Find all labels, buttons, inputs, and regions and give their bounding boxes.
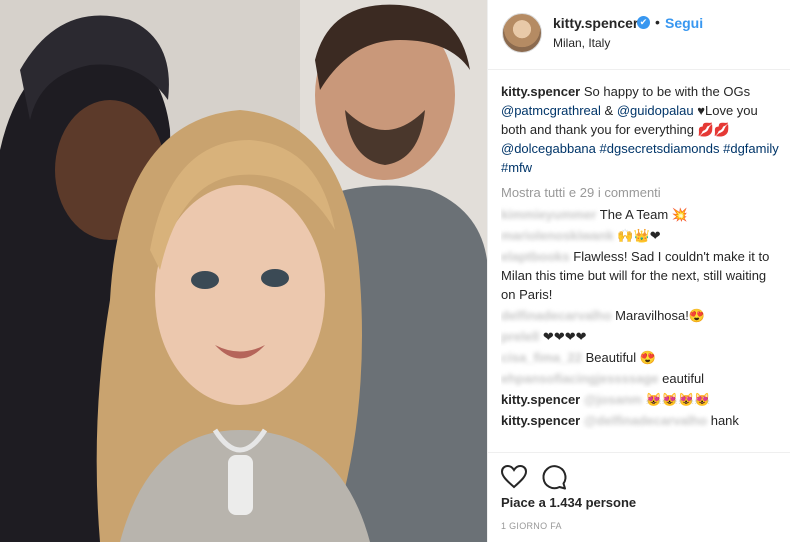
comment-text: 🙌👑❤ bbox=[617, 228, 661, 243]
comments-section: kitty.spencer So happy to be with the OG… bbox=[501, 82, 781, 432]
comment-row: kitty.spencer @delfinadecarvalho hank bbox=[501, 411, 781, 430]
comment-row: kitty.spencer @josanm 😻😻😻😻 bbox=[501, 390, 781, 409]
username-link[interactable]: kitty.spencer bbox=[553, 15, 638, 31]
comment-row: prelell ❤❤❤❤ bbox=[501, 327, 781, 346]
comment-username[interactable]: prelell bbox=[501, 329, 539, 344]
comment-row: delfinadecarvalho Maravilhosa!😍 bbox=[501, 306, 781, 325]
post-header: kitty.spencer ✔ • Segui Milan, Italy bbox=[488, 0, 790, 70]
post-side-panel: kitty.spencer ✔ • Segui Milan, Italy kit… bbox=[487, 0, 790, 542]
mention-guidopalau[interactable]: @guidopalau bbox=[617, 103, 694, 118]
comment-username[interactable]: kitty.spencer bbox=[501, 392, 580, 407]
hashtag-dgsecretsdiamonds[interactable]: #dgsecretsdiamonds bbox=[600, 141, 720, 156]
photo-illustration bbox=[0, 0, 487, 542]
comment-text: eautiful bbox=[662, 371, 705, 386]
location-link[interactable]: Milan, Italy bbox=[553, 36, 610, 50]
comment-row: cisa_fima_22 Beautiful 😍 bbox=[501, 348, 781, 367]
comment-icon[interactable] bbox=[540, 463, 568, 491]
comment-username[interactable]: elaptbooks bbox=[501, 249, 570, 264]
comment-username[interactable]: kimmieyummer bbox=[501, 207, 596, 222]
comment-text: The A Team 💥 bbox=[599, 207, 688, 222]
likes-count[interactable]: Piace a 1.434 persone bbox=[501, 495, 636, 510]
caption-text-1: So happy to be with the OGs bbox=[583, 84, 751, 99]
comment-row: elaptbooks Flawless! Sad I couldn't make… bbox=[501, 247, 781, 304]
heart-icon[interactable] bbox=[500, 463, 528, 491]
post-actions: Piace a 1.434 persone 1 GIORNO FA bbox=[488, 452, 790, 542]
comment-text: Maravilhosa!😍 bbox=[615, 308, 706, 323]
comment-text: hank bbox=[710, 413, 739, 428]
caption: kitty.spencer So happy to be with the OG… bbox=[501, 82, 781, 177]
comment-username[interactable]: mariolenoskiwank bbox=[501, 228, 614, 243]
follow-button[interactable]: Segui bbox=[665, 15, 703, 31]
post-timestamp[interactable]: 1 GIORNO FA bbox=[501, 521, 562, 531]
mention-dolcegabbana[interactable]: @dolcegabbana bbox=[501, 141, 596, 156]
comment-text: 😻😻😻😻 bbox=[645, 392, 711, 407]
comment-row: ehpansofiacingjessssage eautiful bbox=[501, 369, 781, 388]
comment-text: Beautiful 😍 bbox=[585, 350, 656, 365]
comment-text: ❤❤❤❤ bbox=[542, 329, 587, 344]
verified-badge-icon: ✔ bbox=[637, 16, 650, 29]
hashtag-mfw[interactable]: #mfw bbox=[501, 160, 532, 175]
comment-mention[interactable]: @delfinadecarvalho bbox=[584, 413, 707, 428]
mention-patmcgrathreal[interactable]: @patmcgrathreal bbox=[501, 103, 601, 118]
comment-username[interactable]: kitty.spencer bbox=[501, 413, 580, 428]
comment-username[interactable]: delfinadecarvalho bbox=[501, 308, 612, 323]
caption-username[interactable]: kitty.spencer bbox=[501, 84, 580, 99]
avatar[interactable] bbox=[502, 13, 542, 53]
separator-dot: • bbox=[655, 14, 660, 30]
post-photo[interactable] bbox=[0, 0, 487, 542]
comment-row: mariolenoskiwank 🙌👑❤ bbox=[501, 226, 781, 245]
comment-username[interactable]: cisa_fima_22 bbox=[501, 350, 582, 365]
view-all-comments-link[interactable]: Mostra tutti e 29 i commenti bbox=[501, 183, 781, 202]
hashtag-dgfamily[interactable]: #dgfamily bbox=[723, 141, 779, 156]
comment-row: kimmieyummer The A Team 💥 bbox=[501, 205, 781, 224]
caption-amp: & bbox=[604, 103, 614, 118]
comment-mention[interactable]: @josanm bbox=[584, 392, 642, 407]
comment-username[interactable]: ehpansofiacingjessssage bbox=[501, 371, 659, 386]
